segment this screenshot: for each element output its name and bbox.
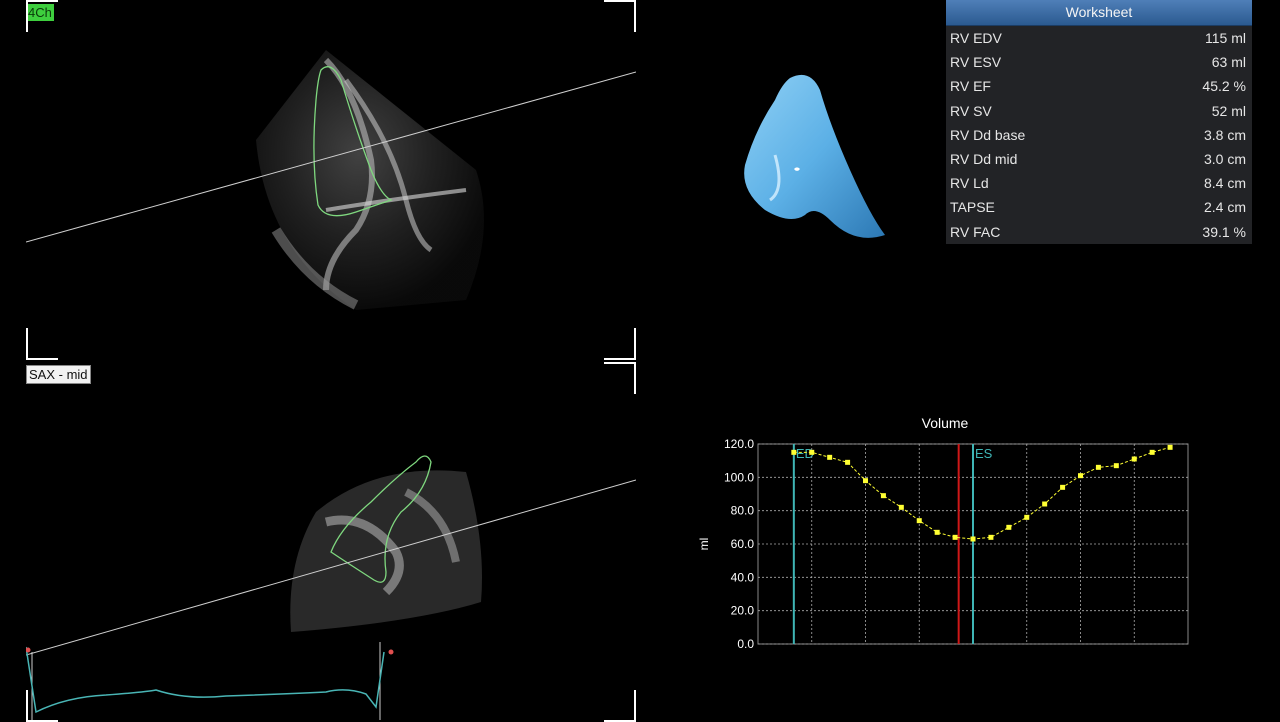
measurement-label: RV Dd mid <box>950 151 1018 168</box>
data-point <box>970 536 976 542</box>
data-point <box>827 454 833 460</box>
data-point <box>988 534 994 540</box>
worksheet-row: RV EF 45.2 % <box>946 74 1252 98</box>
data-point <box>1006 524 1012 530</box>
data-point <box>898 504 904 510</box>
corner-bracket <box>604 690 636 722</box>
data-point <box>809 449 815 455</box>
worksheet-rows: RV EDV 115 ml RV ESV 63 ml RV EF 45.2 % RV SV 5… <box>946 26 1252 244</box>
measurement-value: 3.0 cm <box>1203 151 1246 168</box>
y-tick-label: 120.0 <box>724 437 754 451</box>
marker-label-es: ES <box>975 446 993 461</box>
measurement-value: 52 ml <box>1211 102 1246 119</box>
y-tick-label: 20.0 <box>731 604 755 618</box>
measurement-label: RV EDV <box>950 30 1002 47</box>
data-point <box>880 493 886 499</box>
data-point <box>916 518 922 524</box>
short-axis-echo-image <box>26 455 636 720</box>
measurement-value: 3.8 cm <box>1203 126 1246 143</box>
corner-bracket <box>26 690 58 722</box>
measurement-label: TAPSE <box>950 199 995 216</box>
worksheet-row: TAPSE 2.4 cm <box>946 195 1252 219</box>
data-point <box>1167 444 1173 450</box>
measurement-value: 8.4 cm <box>1203 175 1246 192</box>
measurement-value: 45.2 % <box>1202 78 1246 95</box>
y-tick-label: 80.0 <box>731 504 755 518</box>
data-point <box>791 449 797 455</box>
worksheet-row: RV FAC 39.1 % <box>946 220 1252 244</box>
corner-bracket <box>26 328 58 360</box>
y-tick-label: 0.0 <box>737 637 754 651</box>
data-point <box>1113 463 1119 469</box>
rv-3d-model[interactable] <box>735 70 895 250</box>
measurement-label: RV FAC <box>950 223 1001 240</box>
y-tick-label: 40.0 <box>731 570 755 584</box>
worksheet-panel: Worksheet RV EDV 115 ml RV ESV 63 ml RV EF 45… <box>946 0 1252 244</box>
measurement-value: 39.1 % <box>1202 223 1246 240</box>
corner-bracket <box>604 362 636 394</box>
data-point <box>1131 456 1137 462</box>
four-chamber-echo-image <box>26 50 636 310</box>
data-point <box>1060 484 1066 490</box>
corner-bracket <box>604 0 636 32</box>
corner-bracket <box>604 328 636 360</box>
data-point <box>1024 514 1030 520</box>
measurement-value: 2.4 cm <box>1203 199 1246 216</box>
measurement-value: 115 ml <box>1205 30 1246 47</box>
volume-chart[interactable]: 0.020.040.060.080.0100.0120.0mlED ES <box>690 430 1200 660</box>
measurement-label: RV Dd base <box>950 126 1026 143</box>
worksheet-row: RV Dd base 3.8 cm <box>946 123 1252 147</box>
measurement-value: 63 ml <box>1211 54 1246 71</box>
y-tick-label: 60.0 <box>731 537 755 551</box>
measurement-label: RV ESV <box>950 54 1002 71</box>
worksheet-row: RV ESV 63 ml <box>946 50 1252 74</box>
measurement-label: RV Ld <box>950 175 989 192</box>
worksheet-row: RV Ld 8.4 cm <box>946 171 1252 195</box>
y-axis-label: ml <box>697 538 711 551</box>
y-tick-label: 100.0 <box>724 470 754 484</box>
chart-title: Volume <box>921 415 969 431</box>
data-point <box>1042 501 1048 507</box>
four-chamber-viewport[interactable]: 4Ch <box>26 0 636 360</box>
data-point <box>952 534 958 540</box>
worksheet-row: RV SV 52 ml <box>946 99 1252 123</box>
worksheet-row: RV EDV 115 ml <box>946 26 1252 50</box>
data-point <box>863 478 868 484</box>
worksheet-title: Worksheet <box>946 0 1252 26</box>
measurement-label: RV SV <box>950 102 992 119</box>
measurement-label: RV EF <box>950 78 991 95</box>
corner-bracket <box>26 0 58 32</box>
data-point <box>845 459 851 465</box>
data-point <box>1149 449 1155 455</box>
data-point <box>934 529 940 535</box>
data-point <box>1078 473 1083 479</box>
worksheet-row: RV Dd mid 3.0 cm <box>946 147 1252 171</box>
view-label-sax-mid: SAX - mid <box>26 365 91 384</box>
short-axis-viewport[interactable]: SAX - mid <box>26 362 636 722</box>
data-point <box>1095 464 1101 470</box>
volume-curve <box>793 446 1171 540</box>
